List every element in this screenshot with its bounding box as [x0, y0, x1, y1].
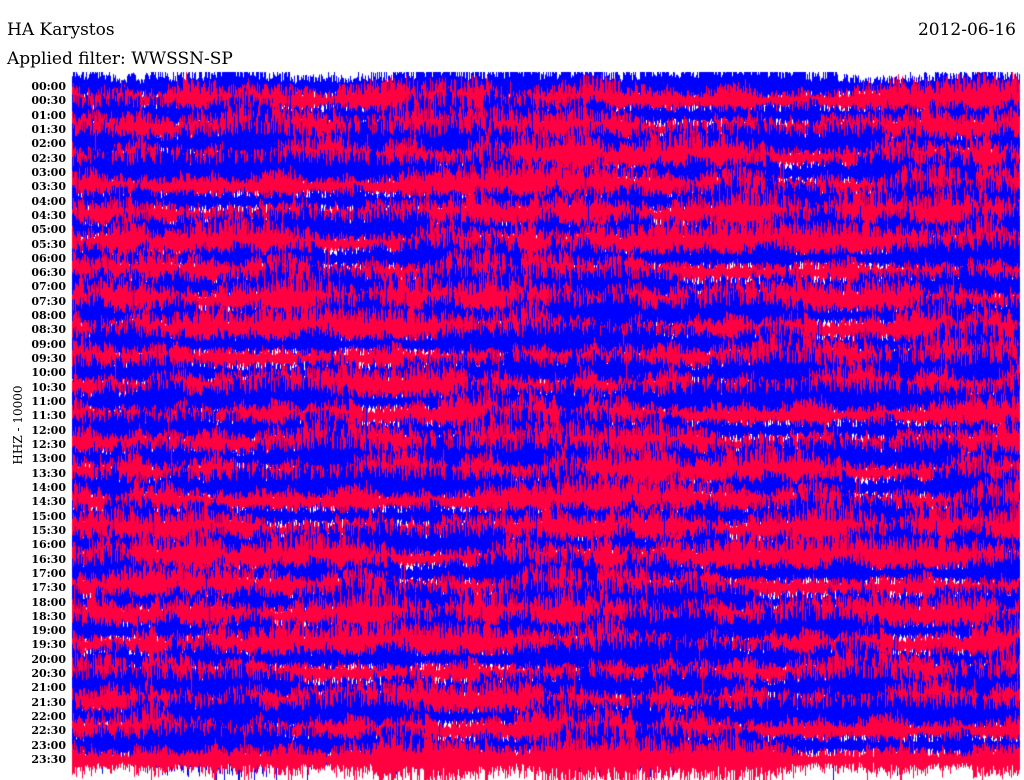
- time-tick: 19:30: [31, 638, 66, 652]
- time-tick: 04:30: [31, 208, 66, 222]
- time-tick: 06:30: [31, 266, 66, 280]
- time-tick: 01:00: [31, 108, 66, 122]
- time-tick: 22:00: [31, 710, 66, 724]
- time-tick: 14:30: [31, 495, 66, 509]
- time-tick: 00:30: [31, 94, 66, 108]
- time-tick: 03:00: [31, 165, 66, 179]
- time-tick: 08:30: [31, 323, 66, 337]
- time-tick: 12:30: [31, 438, 66, 451]
- time-tick: 09:00: [31, 337, 66, 351]
- time-tick: 16:00: [31, 538, 66, 552]
- time-tick: 22:30: [31, 724, 66, 738]
- time-tick: 15:30: [31, 523, 66, 537]
- time-tick: 06:00: [31, 251, 66, 265]
- time-tick: 20:00: [31, 652, 66, 666]
- time-tick: 15:00: [31, 509, 66, 523]
- time-tick: 00:00: [31, 80, 66, 93]
- channel-label: HHZ - 10000: [11, 385, 25, 465]
- time-tick: 10:00: [31, 366, 66, 380]
- time-tick: 14:00: [31, 480, 66, 494]
- time-tick: 20:30: [31, 667, 66, 681]
- time-tick: 23:00: [31, 738, 66, 752]
- time-tick: 12:00: [31, 423, 66, 437]
- helicorder-traces: [0, 0, 1024, 780]
- time-tick: 11:30: [31, 409, 66, 423]
- time-tick: 16:30: [31, 552, 66, 566]
- time-tick: 19:00: [31, 624, 66, 638]
- time-tick: 18:30: [31, 609, 66, 623]
- time-tick: 07:00: [31, 280, 66, 294]
- time-tick: 11:00: [31, 395, 66, 409]
- time-tick: 09:30: [31, 352, 66, 366]
- time-tick: 02:00: [31, 137, 66, 151]
- time-tick: 21:00: [31, 681, 66, 695]
- time-tick: 23:30: [31, 753, 66, 767]
- time-tick: 17:00: [31, 566, 66, 580]
- time-tick: 10:30: [31, 380, 66, 394]
- time-tick: 07:30: [31, 294, 66, 308]
- time-tick: 13:30: [31, 466, 66, 480]
- time-tick: 05:00: [31, 223, 66, 237]
- filter-label: Applied filter: WWSSN-SP: [7, 49, 233, 69]
- station-title: HA Karystos: [7, 20, 115, 40]
- date-label: 2012-06-16: [917, 20, 1016, 40]
- time-tick: 02:30: [31, 151, 66, 165]
- time-tick: 17:30: [31, 581, 66, 595]
- time-tick: 21:30: [31, 695, 66, 709]
- time-tick: 05:30: [31, 237, 66, 251]
- time-tick: 13:00: [31, 452, 66, 466]
- time-tick: 18:00: [31, 595, 66, 609]
- time-tick: 01:30: [31, 122, 66, 136]
- time-tick: 03:30: [31, 180, 66, 194]
- time-tick: 04:00: [31, 194, 66, 208]
- time-tick: 08:00: [31, 309, 66, 323]
